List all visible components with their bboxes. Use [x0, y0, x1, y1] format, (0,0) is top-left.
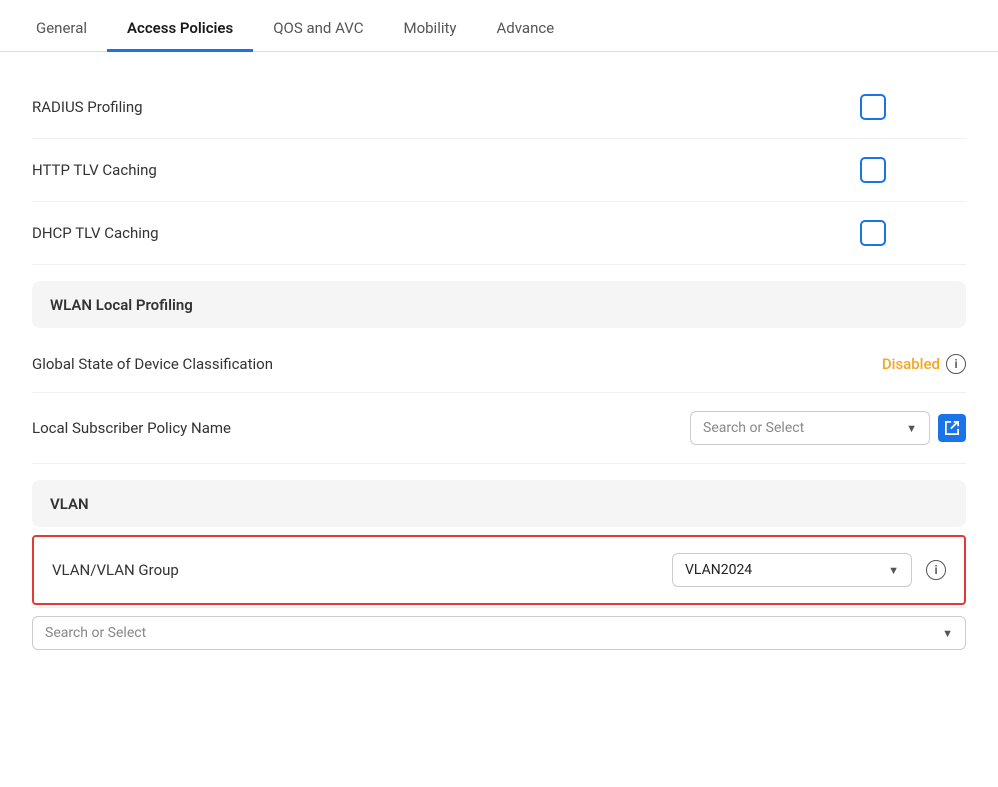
- dhcp-tlv-caching-label: DHCP TLV Caching: [32, 224, 159, 242]
- external-link-icon: [945, 421, 959, 435]
- vlan-section: VLAN VLAN/VLAN Group VLAN2024 ▼ i Search…: [32, 480, 966, 658]
- radius-profiling-label: RADIUS Profiling: [32, 98, 143, 116]
- vlan-section-header: VLAN: [32, 480, 966, 527]
- dropdown-arrow-icon: ▼: [906, 422, 917, 435]
- global-state-row: Global State of Device Classification Di…: [32, 336, 966, 393]
- global-state-status: Disabled i: [882, 354, 966, 374]
- dhcp-tlv-caching-row: DHCP TLV Caching: [32, 202, 966, 265]
- tab-bar: General Access Policies QOS and AVC Mobi…: [0, 0, 998, 52]
- global-state-label: Global State of Device Classification: [32, 355, 273, 373]
- radius-profiling-checkbox[interactable]: [860, 94, 886, 120]
- bottom-partial-arrow-icon: ▼: [942, 627, 953, 640]
- bottom-partial-placeholder: Search or Select: [45, 625, 146, 641]
- vlan-group-info-icon[interactable]: i: [926, 560, 946, 580]
- http-tlv-caching-row: HTTP TLV Caching: [32, 139, 966, 202]
- vlan-dropdown-arrow-icon: ▼: [888, 564, 899, 577]
- vlan-group-dropdown[interactable]: VLAN2024 ▼: [672, 553, 912, 587]
- tab-qos-avc[interactable]: QOS and AVC: [253, 7, 383, 52]
- subscriber-policy-placeholder: Search or Select: [703, 420, 804, 436]
- tab-access-policies[interactable]: Access Policies: [107, 7, 253, 52]
- radius-profiling-row: RADIUS Profiling: [32, 76, 966, 139]
- dhcp-tlv-caching-checkbox[interactable]: [860, 220, 886, 246]
- http-tlv-caching-checkbox[interactable]: [860, 157, 886, 183]
- vlan-group-value: VLAN2024: [685, 562, 752, 578]
- subscriber-policy-dropdown[interactable]: Search or Select ▼: [690, 411, 930, 445]
- vlan-group-wrapper: VLAN2024 ▼ i: [672, 553, 946, 587]
- global-state-info-icon[interactable]: i: [946, 354, 966, 374]
- subscriber-policy-wrapper: Search or Select ▼: [690, 411, 966, 445]
- tab-mobility[interactable]: Mobility: [383, 7, 476, 52]
- global-state-value: Disabled: [882, 355, 940, 373]
- http-tlv-caching-label: HTTP TLV Caching: [32, 161, 157, 179]
- main-content: RADIUS Profiling HTTP TLV Caching DHCP T…: [0, 52, 998, 682]
- vlan-group-label: VLAN/VLAN Group: [52, 561, 179, 579]
- wlan-section-header: WLAN Local Profiling: [32, 281, 966, 328]
- tab-general[interactable]: General: [16, 7, 107, 52]
- vlan-section-title: VLAN: [50, 495, 89, 513]
- bottom-partial-dropdown[interactable]: Search or Select ▼: [32, 616, 966, 650]
- vlan-group-row: VLAN/VLAN Group VLAN2024 ▼ i: [32, 535, 966, 605]
- subscriber-policy-label: Local Subscriber Policy Name: [32, 419, 231, 437]
- subscriber-policy-ext-link[interactable]: [938, 414, 966, 442]
- subscriber-policy-row: Local Subscriber Policy Name Search or S…: [32, 393, 966, 464]
- bottom-partial-row: Search or Select ▼: [32, 607, 966, 658]
- tab-advance[interactable]: Advance: [477, 7, 575, 52]
- wlan-section-title: WLAN Local Profiling: [50, 296, 193, 314]
